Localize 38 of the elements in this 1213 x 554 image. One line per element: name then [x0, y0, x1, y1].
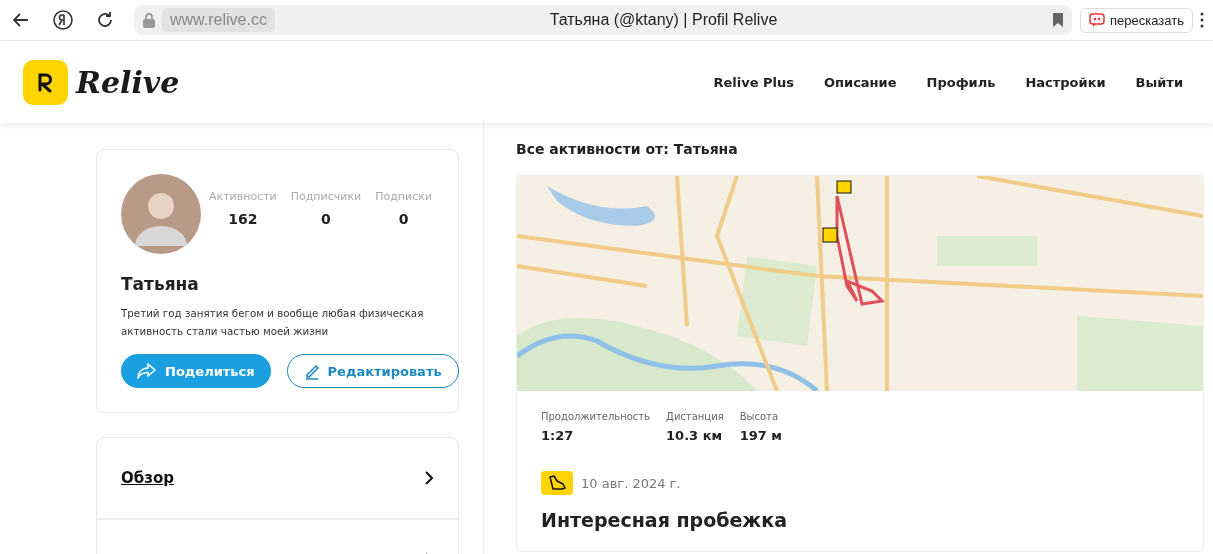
- stat-value: 10.3 км: [666, 428, 724, 443]
- stat-value: 197 м: [739, 428, 782, 443]
- activity-title: Интересная пробежка: [541, 509, 788, 531]
- stat-value: 162: [228, 210, 258, 227]
- stat-label: Активности: [209, 189, 277, 203]
- share-icon: [137, 362, 157, 380]
- page-title: Татьяна (@ktany) | Profil Relive: [548, 11, 779, 29]
- nav-link[interactable]: Описание: [824, 74, 897, 90]
- stat-label: Дистанция: [666, 411, 724, 422]
- nav-link[interactable]: Настройки: [1025, 74, 1106, 90]
- stat-value: 0: [321, 210, 331, 227]
- url-text: www.relive.cc: [162, 8, 275, 32]
- logo-icon[interactable]: [23, 59, 68, 105]
- summarize-button[interactable]: пересказать: [1080, 7, 1193, 33]
- stat-label: Подписчики: [290, 189, 362, 203]
- logo-wordmark[interactable]: Relive: [76, 64, 180, 100]
- stat-value: 0: [398, 210, 409, 227]
- edit-button[interactable]: Редактировать: [286, 354, 459, 388]
- nav-link[interactable]: Relive Plus: [713, 74, 794, 90]
- stat-label: Продолжительность: [541, 411, 651, 422]
- stat-label: Подписки: [375, 189, 432, 203]
- browser-logo-icon[interactable]: [52, 9, 74, 31]
- profile-name: Татьяна: [121, 274, 200, 294]
- profile-bio: Третий год занятия бегом и вообще любая физическая активность стали частью моей жизни: [121, 306, 425, 339]
- menu-icon[interactable]: [1199, 11, 1205, 29]
- activity-date: 10 авг. 2024 г.: [581, 475, 681, 491]
- menu-link[interactable]: Обзор: [121, 469, 174, 487]
- lock-icon: [142, 12, 156, 28]
- stat-value: 1:27: [541, 428, 575, 443]
- nav-link[interactable]: Профиль: [926, 74, 996, 90]
- feed-heading: Все активности от: Татьяна: [516, 141, 739, 157]
- bookmark-icon[interactable]: [1052, 12, 1065, 28]
- chevron-right-icon[interactable]: [424, 470, 434, 486]
- stat-label: Высота: [739, 411, 779, 422]
- pencil-icon: [303, 362, 320, 380]
- address-bar[interactable]: www.relive.cc Татьяна (@ktany) | Profil Relive: [134, 5, 1073, 35]
- nav-link[interactable]: Выйти: [1135, 74, 1183, 90]
- speech-bubble-icon: [1089, 13, 1106, 27]
